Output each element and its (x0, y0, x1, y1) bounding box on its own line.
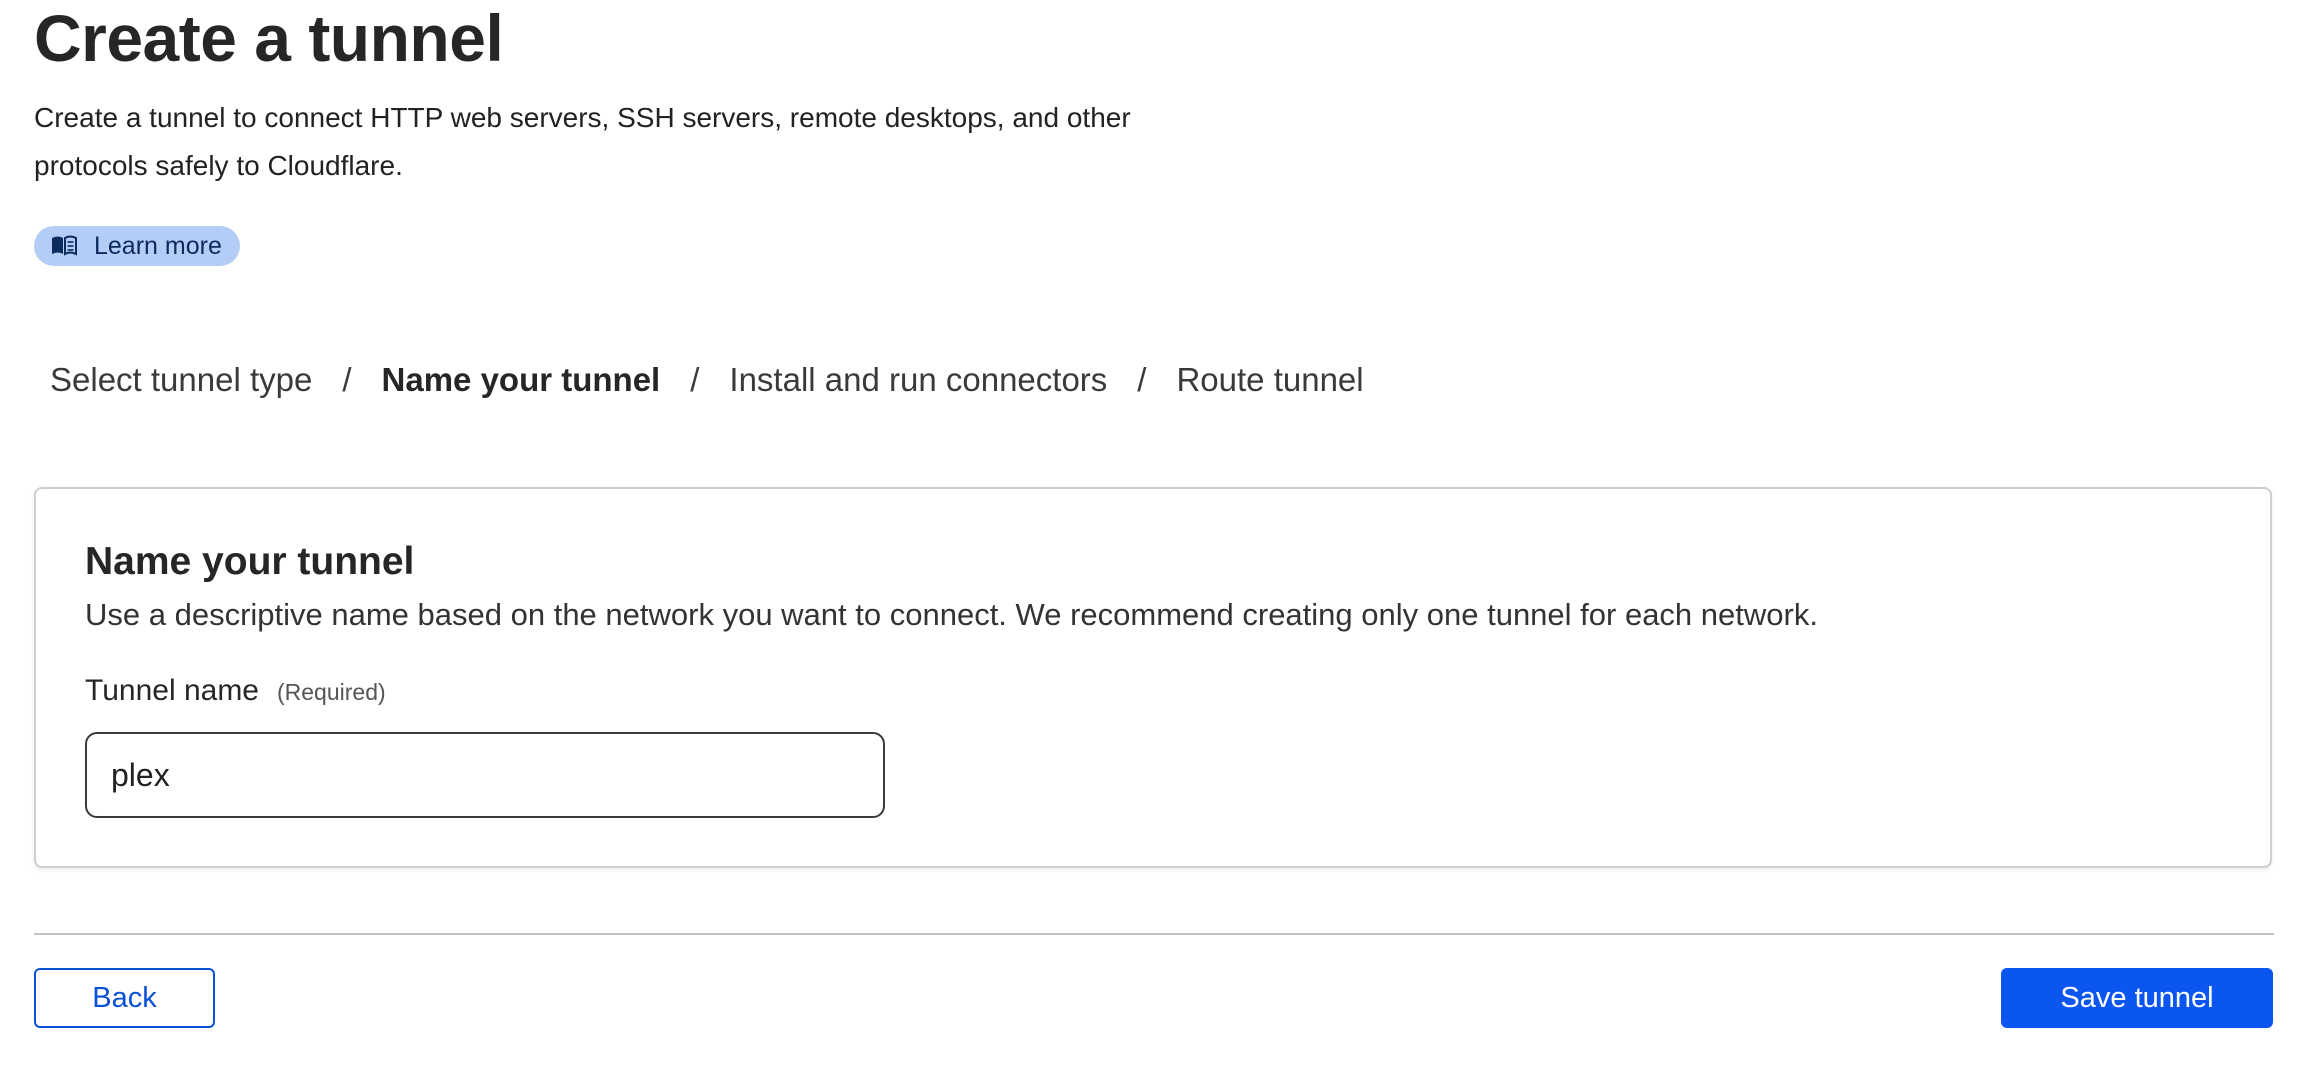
page-title: Create a tunnel (34, 1, 504, 75)
step-separator: / (342, 361, 352, 398)
learn-more-label: Learn more (94, 231, 222, 260)
card-description: Use a descriptive name based on the netw… (85, 597, 1818, 632)
tunnel-name-label: Tunnel name (85, 674, 259, 707)
step-breadcrumb: Select tunnel type / Name your tunnel / … (50, 356, 1364, 404)
save-tunnel-button[interactable]: Save tunnel (2001, 968, 2273, 1028)
footer-divider (34, 933, 2274, 935)
tunnel-name-card: Name your tunnel Use a descriptive name … (34, 487, 2272, 868)
back-button[interactable]: Back (34, 968, 215, 1028)
step-separator: / (1137, 361, 1147, 398)
step-separator: / (690, 361, 700, 398)
step-name-your-tunnel: Name your tunnel (381, 361, 661, 398)
tunnel-name-input[interactable] (85, 732, 885, 818)
learn-more-link[interactable]: Learn more (34, 226, 240, 266)
step-install-and-run-connectors: Install and run connectors (729, 361, 1108, 398)
required-indicator: (Required) (277, 679, 386, 705)
page-description: Create a tunnel to connect HTTP web serv… (34, 102, 1131, 181)
card-title: Name your tunnel (85, 540, 415, 583)
step-select-tunnel-type: Select tunnel type (50, 361, 313, 398)
tunnel-name-label-row: Tunnel name (Required) (85, 674, 386, 708)
book-icon (50, 235, 78, 257)
step-route-tunnel: Route tunnel (1176, 361, 1364, 398)
